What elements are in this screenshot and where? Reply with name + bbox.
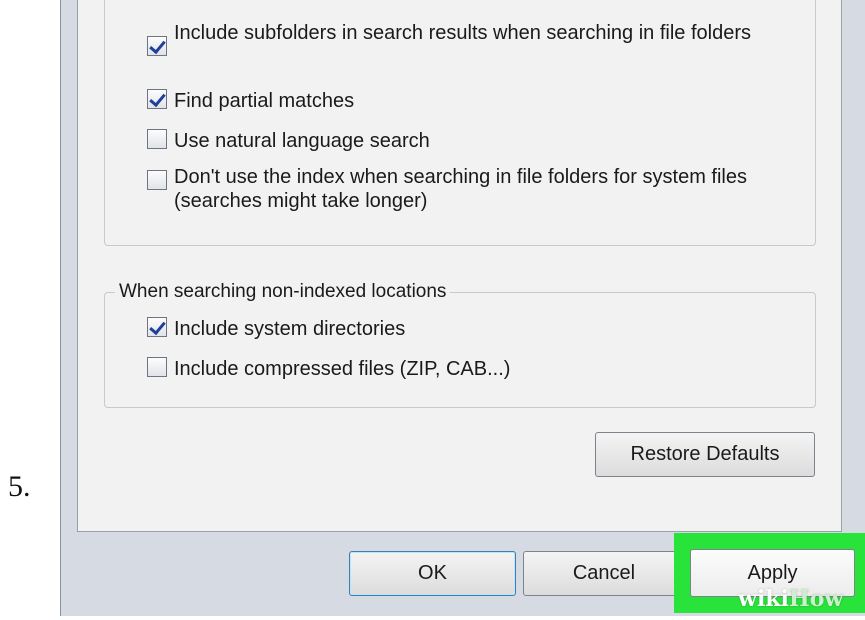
include-compressed-files-checkbox[interactable] xyxy=(147,357,167,377)
non-indexed-locations-group xyxy=(104,292,816,408)
option-natural-language-search[interactable]: Use natural language search xyxy=(147,129,430,153)
include-subfolders-label: Include subfolders in search results whe… xyxy=(174,22,751,44)
watermark-wiki: wiki xyxy=(738,586,789,612)
non-indexed-group-title: When searching non-indexed locations xyxy=(115,281,451,303)
natural-language-search-label: Use natural language search xyxy=(174,130,430,152)
option-include-system-directories[interactable]: Include system directories xyxy=(147,317,405,341)
include-subfolders-checkbox[interactable] xyxy=(147,36,167,56)
cancel-button[interactable]: Cancel xyxy=(523,551,685,596)
include-system-directories-checkbox[interactable] xyxy=(147,317,167,337)
dont-use-index-checkbox[interactable] xyxy=(147,170,167,190)
option-dont-use-index[interactable]: Don't use the index when searching in fi… xyxy=(147,165,797,213)
watermark-how: How xyxy=(788,586,844,612)
natural-language-search-checkbox[interactable] xyxy=(147,129,167,149)
find-partial-matches-label: Find partial matches xyxy=(174,90,355,112)
option-include-subfolders[interactable]: Include subfolders in search results whe… xyxy=(147,21,787,56)
include-system-directories-label: Include system directories xyxy=(174,318,406,340)
restore-defaults-button[interactable]: Restore Defaults xyxy=(595,432,815,477)
step-number: 5. xyxy=(8,470,31,503)
option-include-compressed-files[interactable]: Include compressed files (ZIP, CAB...) xyxy=(147,357,510,381)
option-find-partial-matches[interactable]: Find partial matches xyxy=(147,89,354,113)
wikihow-watermark: wikiHow xyxy=(738,586,843,612)
include-compressed-files-label: Include compressed files (ZIP, CAB...) xyxy=(174,358,511,380)
find-partial-matches-checkbox[interactable] xyxy=(147,89,167,109)
ok-button[interactable]: OK xyxy=(349,551,516,596)
dont-use-index-label: Don't use the index when searching in fi… xyxy=(174,166,747,212)
